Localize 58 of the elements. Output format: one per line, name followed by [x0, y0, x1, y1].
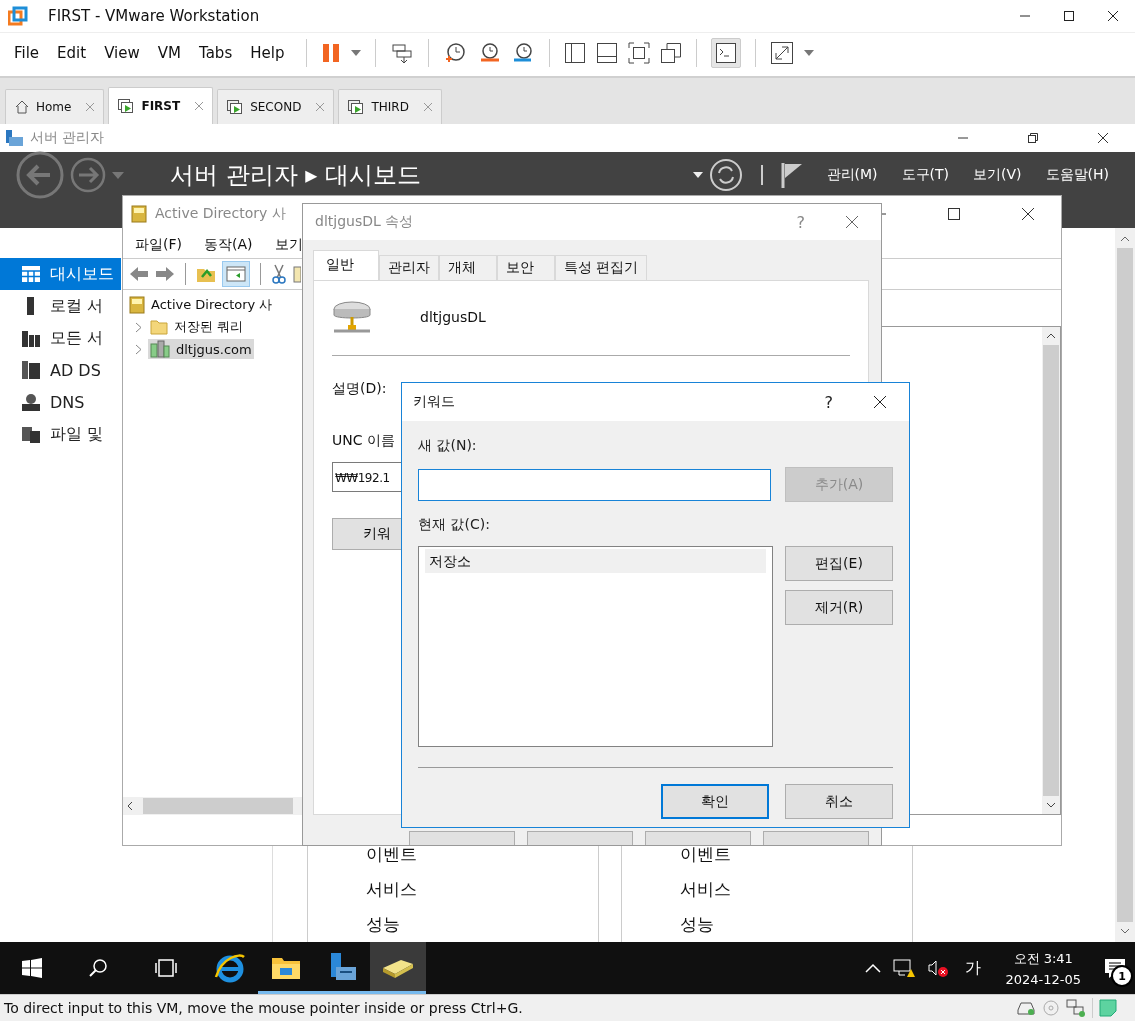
window-title: Active Directory 사: [155, 205, 286, 224]
notification-count: 1: [1111, 965, 1133, 988]
input-method[interactable]: 가: [965, 957, 982, 979]
dialog-title: 키워드: [413, 393, 455, 412]
time-text: 오전 3:41: [1013, 949, 1073, 968]
list-item[interactable]: 저장소: [425, 549, 766, 574]
dialog-title: dltjgusDL 속성: [315, 213, 414, 232]
page-heading: 서버 관리자 ▸ 대시보드: [170, 160, 421, 192]
help-button[interactable]: ?: [824, 392, 833, 412]
menu-item[interactable]: 동작(A): [204, 236, 253, 255]
edit-button[interactable]: 편집(E): [785, 546, 893, 582]
window-title: 서버 관리자: [30, 129, 105, 148]
tile-link[interactable]: 성능: [366, 907, 598, 943]
tile-link[interactable]: 서비스: [366, 872, 598, 908]
sidebar-item[interactable]: 대시보드: [0, 258, 121, 291]
date-text: 2024-12-05: [1005, 971, 1081, 987]
window-title: FIRST - VMware Workstation: [48, 6, 260, 25]
vm-tab[interactable]: Home: [5, 89, 105, 125]
menu-item[interactable]: 보기(V): [973, 166, 1022, 185]
menu-item[interactable]: 도구(T): [901, 166, 950, 185]
vm-tab[interactable]: FIRST: [108, 87, 214, 125]
menu-item[interactable]: 도움말(H): [1045, 166, 1109, 185]
tab[interactable]: 일반: [313, 250, 379, 281]
tree-item[interactable]: 저장된 쿼리: [148, 317, 246, 338]
tree-item[interactable]: Active Directory 사: [123, 294, 303, 317]
help-button[interactable]: ?: [796, 212, 805, 232]
tab[interactable]: 보안: [497, 255, 555, 281]
ok-button[interactable]: 확인: [661, 784, 769, 820]
tree-item[interactable]: dltjgus.com: [148, 339, 254, 360]
vm-tab[interactable]: SECOND: [217, 89, 335, 125]
menu-item[interactable]: VM: [157, 43, 181, 62]
menu-item[interactable]: 보기: [274, 236, 303, 255]
menu-item[interactable]: Edit: [57, 43, 87, 62]
sidebar-item[interactable]: 모든 서: [0, 322, 121, 355]
menu-item[interactable]: 파일(F): [135, 236, 182, 255]
vm-tab[interactable]: THIRD: [338, 89, 442, 125]
tab[interactable]: 관리자: [379, 255, 439, 281]
sidebar-item[interactable]: AD DS: [0, 354, 121, 387]
remove-button[interactable]: 제거(R): [785, 590, 893, 626]
menu-item[interactable]: View: [104, 43, 140, 62]
tile-link[interactable]: 서비스: [680, 872, 912, 908]
new-value-label: 새 값(N):: [418, 437, 478, 456]
object-name: dltjgusDL: [420, 309, 486, 326]
status-text: To direct input to this VM, move the mouse pointer inside or press Ctrl+G.: [4, 1000, 523, 1017]
sidebar-item[interactable]: DNS: [0, 386, 121, 419]
sidebar-item[interactable]: 파일 및: [0, 418, 121, 451]
menu-item[interactable]: 관리(M): [826, 166, 878, 185]
tab[interactable]: 개체: [439, 255, 497, 281]
unc-label: UNC 이름: [332, 432, 395, 451]
sidebar-item[interactable]: 로컬 서: [0, 290, 121, 323]
menu-item[interactable]: Help: [250, 43, 285, 62]
description-label: 설명(D):: [332, 380, 387, 399]
cancel-button[interactable]: 취소: [785, 784, 893, 820]
tab[interactable]: 특성 편집기: [555, 255, 648, 281]
clock[interactable]: 오전 3:41 2024-12-05: [1005, 949, 1081, 987]
tile-link[interactable]: 성능: [680, 907, 912, 943]
menu-item[interactable]: File: [14, 43, 40, 62]
menu-item[interactable]: Tabs: [199, 43, 233, 62]
